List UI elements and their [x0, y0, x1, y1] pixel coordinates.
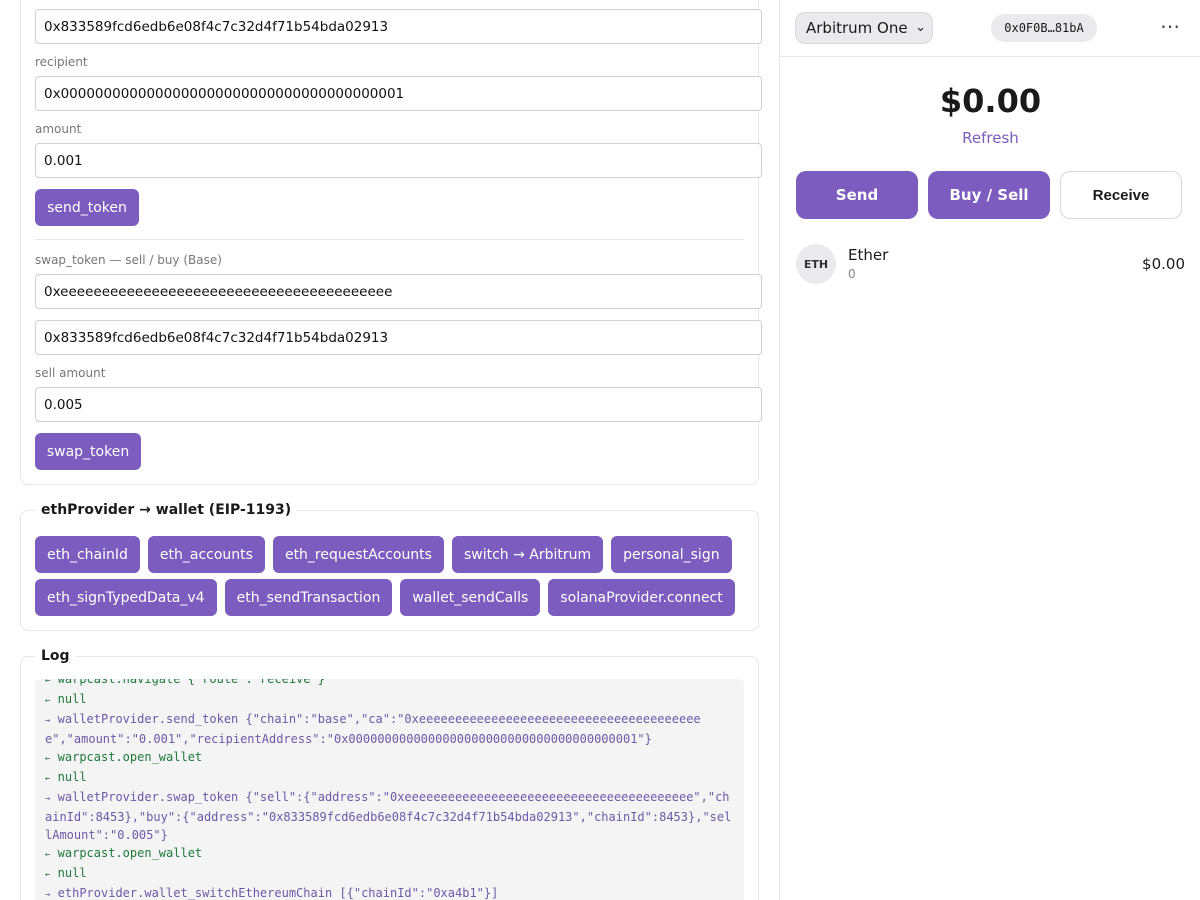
log-line-text: warpcast.navigate {"route":"receive"}	[50, 679, 325, 686]
log-output[interactable]: ← warpcast.navigate {"route":"receive"} ←…	[35, 679, 744, 900]
dev-panel: recipient amount send_token swap_token —…	[0, 0, 779, 900]
buy-sell-button[interactable]: Buy / Sell	[928, 171, 1050, 219]
eth-request-accounts-button[interactable]: eth_requestAccounts	[272, 536, 444, 573]
amount-label: amount	[35, 122, 82, 136]
log-line: ← warpcast.open_wallet	[45, 844, 734, 864]
eth-send-transaction-button[interactable]: eth_sendTransaction	[224, 579, 393, 616]
send-token-button[interactable]: send_token	[35, 189, 139, 226]
account-address-pill[interactable]: 0x0F0B…81bA	[991, 14, 1097, 42]
log-line: ← null	[45, 690, 734, 710]
token-name: Ether	[848, 246, 889, 264]
amount-input[interactable]	[35, 143, 762, 178]
sell-amount-label: sell amount	[35, 366, 106, 380]
log-line-text: ethProvider.wallet_switchEthereumChain […	[50, 886, 499, 900]
log-line: → ethProvider.wallet_switchEthereumChain…	[45, 884, 734, 900]
log-line-text: walletProvider.swap_token {"sell":{"addr…	[45, 790, 732, 842]
section-divider	[35, 239, 744, 240]
network-select[interactable]: Arbitrum One ⌄	[795, 12, 933, 44]
switch-arbitrum-button[interactable]: switch → Arbitrum	[451, 536, 604, 573]
log-card: Log ← warpcast.navigate {"route":"receiv…	[20, 648, 759, 900]
log-line: ← null	[45, 864, 734, 884]
recipient-label: recipient	[35, 55, 88, 69]
eth-provider-title: ethProvider → wallet (EIP-1193)	[35, 502, 298, 518]
log-line: ← warpcast.open_wallet	[45, 748, 734, 768]
eth-provider-buttons: eth_chainId eth_accounts eth_requestAcco…	[35, 536, 745, 616]
token-usd-value: $0.00	[1142, 255, 1185, 273]
sell-amount-input[interactable]	[35, 387, 762, 422]
recipient-input[interactable]	[35, 76, 762, 111]
log-lines: ← warpcast.navigate {"route":"receive"} ←…	[45, 679, 734, 900]
log-line-text: null	[50, 770, 87, 784]
wallet-actions-card: recipient amount send_token swap_token —…	[20, 0, 762, 485]
log-line: ← warpcast.navigate {"route":"receive"}	[45, 679, 734, 690]
swap-section-label: swap_token — sell / buy (Base)	[35, 253, 222, 267]
swap-token-button[interactable]: swap_token	[35, 433, 141, 470]
log-line-text: walletProvider.send_token {"chain":"base…	[45, 712, 701, 746]
wallet-panel: Arbitrum One ⌄ 0x0F0B…81bA ⋯ $0.00 Refre…	[779, 0, 1200, 900]
eth-chainid-button[interactable]: eth_chainId	[35, 536, 140, 573]
token-row-eth[interactable]: ETH Ether 0 $0.00	[796, 244, 1185, 286]
log-line-text: warpcast.open_wallet	[50, 750, 203, 764]
log-line: ← null	[45, 768, 734, 788]
wallet-header: Arbitrum One ⌄ 0x0F0B…81bA ⋯	[780, 0, 1200, 57]
log-line-text: null	[50, 692, 87, 706]
eth-token-icon: ETH	[796, 244, 836, 284]
personal-sign-button[interactable]: personal_sign	[611, 536, 732, 573]
eth-accounts-button[interactable]: eth_accounts	[147, 536, 265, 573]
token-balance: 0	[848, 267, 856, 281]
refresh-link[interactable]: Refresh	[780, 129, 1200, 147]
network-label: Arbitrum One	[806, 19, 908, 37]
log-line: → walletProvider.send_token {"chain":"ba…	[45, 710, 734, 748]
eth-provider-card: ethProvider → wallet (EIP-1193) eth_chai…	[20, 502, 759, 631]
log-line: → walletProvider.swap_token {"sell":{"ad…	[45, 788, 734, 844]
more-options-icon[interactable]: ⋯	[1160, 14, 1181, 38]
log-line-text: warpcast.open_wallet	[50, 846, 203, 860]
swap-sell-token-input[interactable]	[35, 274, 762, 309]
chevron-down-icon: ⌄	[915, 20, 926, 35]
solana-connect-button[interactable]: solanaProvider.connect	[548, 579, 735, 616]
wallet-send-calls-button[interactable]: wallet_sendCalls	[400, 579, 541, 616]
swap-buy-token-input[interactable]	[35, 320, 762, 355]
total-balance: $0.00	[939, 82, 1042, 120]
send-button[interactable]: Send	[796, 171, 918, 219]
log-title: Log	[35, 648, 76, 664]
eth-sign-typed-data-button[interactable]: eth_signTypedData_v4	[35, 579, 217, 616]
send-token-address-input[interactable]	[35, 9, 762, 44]
receive-button[interactable]: Receive	[1060, 171, 1182, 219]
log-line-text: null	[50, 866, 87, 880]
